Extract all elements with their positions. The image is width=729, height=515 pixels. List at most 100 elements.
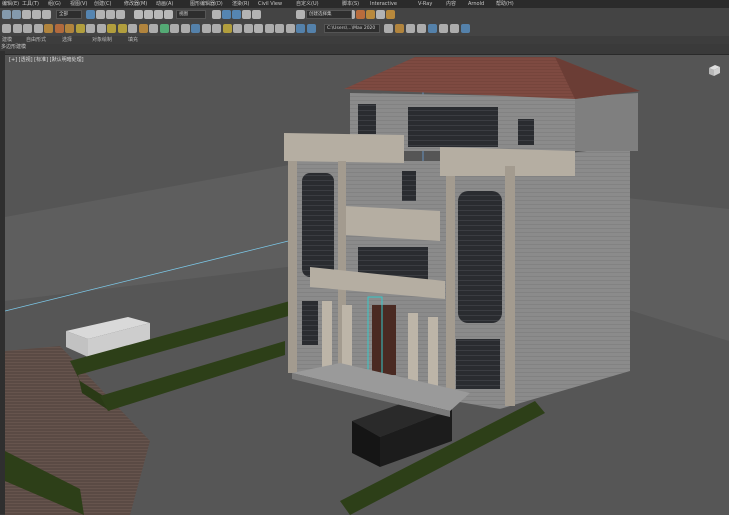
- selection-filter-dropdown[interactable]: 全部: [56, 10, 82, 19]
- perspective-viewport[interactable]: [+] [透视] [标准] [默认明暗处理]: [5, 54, 729, 515]
- material-editor-icon[interactable]: [356, 10, 365, 19]
- angle-snap-icon[interactable]: [232, 10, 241, 19]
- villa-top-floor-right: [575, 93, 638, 151]
- render-setup-icon[interactable]: [366, 10, 375, 19]
- toolbar2-tool-icon[interactable]: [33, 24, 43, 33]
- menu-item[interactable]: 自定义(U): [296, 0, 319, 8]
- toolbar2-tool-icon[interactable]: [149, 24, 158, 33]
- toolbar2-tool-icon[interactable]: [264, 24, 274, 33]
- menu-item[interactable]: 组(G): [48, 0, 61, 8]
- menu-item[interactable]: 帮助(H): [496, 0, 514, 8]
- link-icon[interactable]: [22, 10, 31, 19]
- menu-item[interactable]: 脚本(S): [342, 0, 359, 8]
- menu-item[interactable]: Civil View: [258, 0, 282, 8]
- window-crossing-icon[interactable]: [116, 10, 125, 19]
- named-selection-dropdown[interactable]: 创建选择集: [306, 10, 352, 19]
- project-path-field[interactable]: C:\Users\...\Max 2020: [324, 24, 380, 33]
- menu-item[interactable]: 修改器(M): [124, 0, 147, 8]
- toolbar2-tool-icon[interactable]: [417, 24, 426, 33]
- ribbon-tab[interactable]: 选择: [62, 36, 72, 44]
- toolbar2-tool-icon[interactable]: [65, 24, 74, 33]
- toolbar2-tool-icon[interactable]: [254, 24, 263, 33]
- toolbar2-tool-icon[interactable]: [96, 24, 106, 33]
- scene-canvas[interactable]: [5, 55, 729, 515]
- toolbar2-tool-icon[interactable]: [2, 24, 11, 33]
- toolbar2-tool-icon[interactable]: [128, 24, 137, 33]
- scale-icon[interactable]: [154, 10, 163, 19]
- move-icon[interactable]: [134, 10, 143, 19]
- toolbar2-tool-icon[interactable]: [212, 24, 221, 33]
- undo-icon[interactable]: [2, 10, 11, 19]
- main-toolbar: 全部 视图 创建选择集: [0, 8, 729, 23]
- toolbar2-tool-icon[interactable]: [159, 24, 169, 33]
- toolbar2-tool-icon[interactable]: [395, 24, 404, 33]
- toolbar2-tool-icon[interactable]: [406, 24, 415, 33]
- toolbar2-tool-icon[interactable]: [191, 24, 200, 33]
- menu-item[interactable]: Arnold: [468, 0, 484, 8]
- pivot-icon[interactable]: [212, 10, 221, 19]
- balcony-left: [284, 133, 404, 163]
- window-top-right: [518, 119, 534, 145]
- entrance-column-3: [408, 313, 418, 385]
- select-icon[interactable]: [86, 10, 95, 19]
- menu-item[interactable]: 工具(T): [22, 0, 39, 8]
- toolbar2-tool-icon[interactable]: [461, 24, 470, 33]
- rotate-icon[interactable]: [144, 10, 153, 19]
- toolbar2-tool-icon[interactable]: [428, 24, 437, 33]
- toolbar2-tool-icon[interactable]: [222, 24, 232, 33]
- snap-icon[interactable]: [222, 10, 231, 19]
- toolbar2-tool-icon[interactable]: [233, 24, 242, 33]
- ribbon-tab[interactable]: 填充: [128, 36, 138, 44]
- toolbar2-tool-icon[interactable]: [243, 24, 253, 33]
- toolbar2-tool-icon[interactable]: [44, 24, 53, 33]
- menu-item[interactable]: Interactive: [370, 0, 397, 8]
- render-frame-icon[interactable]: [376, 10, 385, 19]
- toolbar2-tool-icon[interactable]: [296, 24, 305, 33]
- toolbar2-tool-icon[interactable]: [138, 24, 148, 33]
- secondary-toolbar: C:\Users\...\Max 2020: [0, 22, 729, 37]
- ribbon-tab[interactable]: 建模: [2, 36, 12, 44]
- ribbon-tab-bar: 建模 自由形式 选择 对象绘制 填充: [0, 36, 729, 44]
- toolbar2-tool-icon[interactable]: [275, 24, 284, 33]
- menu-item[interactable]: 内容: [446, 0, 456, 8]
- menu-item[interactable]: 渲染(R): [232, 0, 249, 8]
- front-door: [372, 305, 396, 375]
- menu-item[interactable]: 图形编辑器(D): [190, 0, 223, 8]
- menu-item[interactable]: 创建(C): [94, 0, 111, 8]
- toolbar2-tool-icon[interactable]: [75, 24, 85, 33]
- percent-snap-icon[interactable]: [242, 10, 251, 19]
- viewport-label[interactable]: [+] [透视] [标准] [默认明暗处理]: [9, 57, 84, 64]
- menu-item[interactable]: 视图(V): [70, 0, 87, 8]
- bind-icon[interactable]: [42, 10, 51, 19]
- toolbar2-tool-icon[interactable]: [54, 24, 64, 33]
- mirror-icon[interactable]: [296, 10, 305, 19]
- toolbar2-tool-icon[interactable]: [306, 24, 316, 33]
- viewcube-icon[interactable]: [707, 64, 721, 77]
- toolbar2-tool-icon[interactable]: [12, 24, 22, 33]
- ribbon-tab[interactable]: 对象绘制: [92, 36, 112, 44]
- ribbon-tab[interactable]: 自由形式: [26, 36, 46, 44]
- place-icon[interactable]: [164, 10, 173, 19]
- toolbar2-tool-icon[interactable]: [439, 24, 448, 33]
- toolbar2-tool-icon[interactable]: [201, 24, 211, 33]
- toolbar2-tool-icon[interactable]: [170, 24, 179, 33]
- toolbar2-tool-icon[interactable]: [107, 24, 116, 33]
- menu-item[interactable]: V-Ray: [418, 0, 432, 8]
- toolbar2-tool-icon[interactable]: [180, 24, 190, 33]
- toolbar2-tool-icon[interactable]: [23, 24, 32, 33]
- select-by-name-icon[interactable]: [96, 10, 105, 19]
- toolbar2-tool-icon[interactable]: [117, 24, 127, 33]
- menu-item[interactable]: 编辑(E): [2, 0, 19, 8]
- toolbar2-tool-icon[interactable]: [285, 24, 295, 33]
- rect-select-icon[interactable]: [106, 10, 115, 19]
- toolbar2-tool-icon[interactable]: [86, 24, 95, 33]
- menu-item[interactable]: 动画(A): [156, 0, 173, 8]
- redo-icon[interactable]: [12, 10, 21, 19]
- unlink-icon[interactable]: [32, 10, 41, 19]
- toolbar2-tool-icon[interactable]: [450, 24, 459, 33]
- render-icon[interactable]: [386, 10, 395, 19]
- ref-coord-dropdown[interactable]: 视图: [176, 10, 206, 19]
- toolbar2-tool-icon[interactable]: [384, 24, 393, 33]
- spinner-snap-icon[interactable]: [252, 10, 261, 19]
- villa-right-wall: [500, 146, 630, 409]
